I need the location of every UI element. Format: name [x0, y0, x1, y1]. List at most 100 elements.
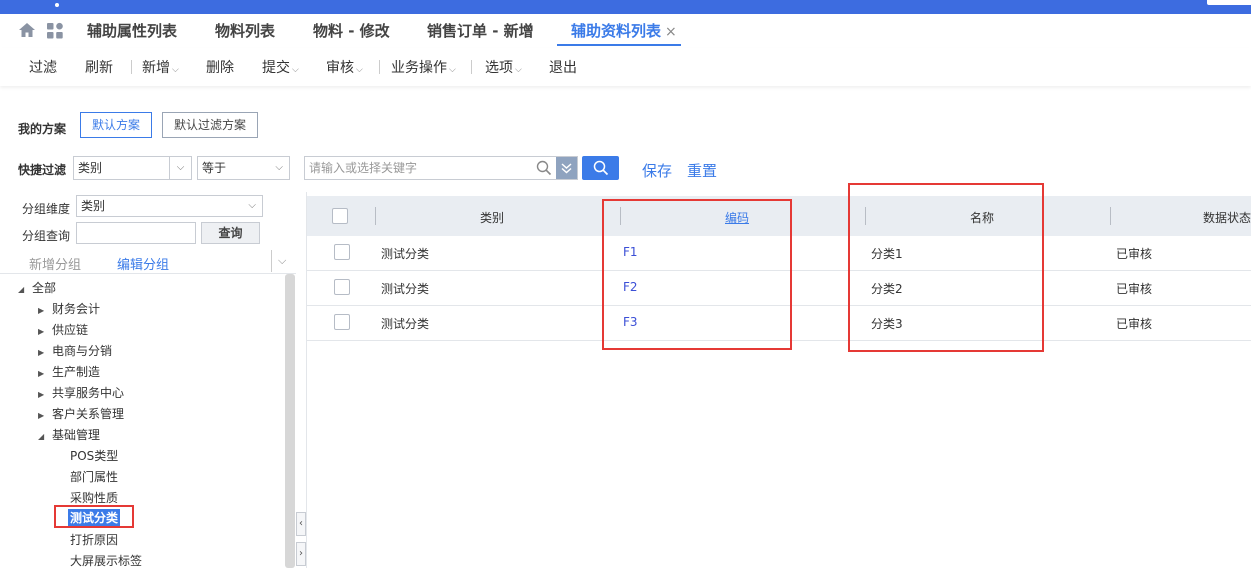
add-button[interactable]: 新增 ⌵: [142, 57, 179, 77]
row-checkbox[interactable]: [334, 244, 350, 260]
business-operations-button[interactable]: 业务操作 ⌵: [391, 57, 456, 77]
column-divider: [375, 207, 376, 225]
caret-right-icon: ▶: [38, 369, 45, 378]
chevron-down-icon: ⌵: [515, 65, 522, 75]
chevron-right-icon[interactable]: ›: [296, 542, 306, 566]
add-label: 新增: [142, 60, 170, 76]
caret-down-icon: ◢: [18, 285, 25, 294]
quick-filter-label: 快捷过滤: [18, 163, 67, 177]
search-button[interactable]: [582, 156, 619, 180]
row-checkbox[interactable]: [334, 279, 350, 295]
panel-divider: [271, 250, 272, 272]
tab-aux-attribute-list[interactable]: 辅助属性列表: [87, 20, 177, 41]
tree-leaf[interactable]: 采购性质: [70, 489, 118, 506]
column-header-category[interactable]: 类别: [480, 209, 504, 226]
default-scheme-button[interactable]: 默认方案: [80, 112, 152, 138]
tree-label: 基础管理: [52, 428, 101, 442]
cell-status: 已审核: [1116, 282, 1153, 296]
tab-label: 辅助资料列表: [571, 22, 662, 40]
audit-label: 审核: [326, 60, 354, 76]
tree-label: 全部: [32, 281, 57, 295]
home-icon[interactable]: [18, 21, 36, 39]
save-button[interactable]: 保存: [642, 160, 672, 181]
tree-node[interactable]: ▶ 共享服务中心: [38, 384, 124, 401]
select-all-checkbox[interactable]: [332, 208, 348, 224]
tree-node[interactable]: ▶ 电商与分销: [38, 342, 112, 359]
tab-sales-order-new[interactable]: 销售订单 - 新增: [427, 20, 534, 41]
chevron-down-icon[interactable]: ⌵: [278, 254, 286, 268]
tree-node[interactable]: ▶ 客户关系管理: [38, 405, 124, 422]
business-label: 业务操作: [391, 60, 447, 76]
double-chevron-down-icon: [561, 163, 572, 174]
audit-button[interactable]: 审核 ⌵: [326, 57, 363, 77]
caret-right-icon: ▶: [38, 327, 45, 336]
options-button[interactable]: 选项 ⌵: [485, 57, 522, 77]
submit-button[interactable]: 提交 ⌵: [262, 57, 299, 77]
chevron-down-icon: ⌵: [172, 65, 179, 75]
caret-right-icon: ▶: [38, 348, 45, 357]
group-panel: 分组维度 类别 ⌵ 分组查询 查询 新增分组 编辑分组 ⌵ ◢ 全部 ▶ 财务会计 …: [0, 192, 296, 568]
tab-material-list[interactable]: 物料列表: [215, 20, 275, 41]
chevron-left-icon[interactable]: ‹: [296, 512, 306, 536]
filter-field-select[interactable]: 类别 ⌵: [73, 156, 192, 180]
tab-aux-data-list[interactable]: 辅助资料列表 ×: [571, 20, 677, 41]
cell-category: 测试分类: [381, 282, 430, 296]
tree-node[interactable]: ◢ 基础管理: [38, 426, 100, 443]
tree-leaf[interactable]: 打折原因: [70, 531, 118, 548]
tree-label: 客户关系管理: [52, 407, 125, 421]
search-icon: [593, 160, 609, 176]
row-checkbox[interactable]: [334, 314, 350, 330]
caret-right-icon: ▶: [38, 306, 45, 315]
tree-label: 财务会计: [52, 302, 101, 316]
filter-operator-select[interactable]: 等于 ⌵: [197, 156, 290, 180]
caret-down-icon: ◢: [38, 432, 45, 441]
cell-category: 测试分类: [381, 247, 430, 261]
expand-dropdown-button[interactable]: [556, 157, 577, 179]
tree-leaf[interactable]: POS类型: [70, 447, 118, 464]
chevron-down-icon: ⌵: [292, 65, 299, 75]
search-icon[interactable]: [536, 160, 552, 176]
highlight-box-name-column: [848, 183, 1044, 352]
tree-label: 生产制造: [52, 365, 101, 379]
chevron-down-icon: ⌵: [248, 200, 256, 211]
highlight-box-code-column: [602, 199, 792, 350]
group-query-label: 分组查询: [22, 229, 71, 243]
group-dimension-value: 类别: [81, 199, 106, 213]
tab-bar: 辅助属性列表 物料列表 物料 - 修改 销售订单 - 新增 辅助资料列表 ×: [0, 14, 1251, 48]
tree-node-root[interactable]: ◢ 全部: [18, 279, 56, 296]
default-filter-scheme-button[interactable]: 默认过滤方案: [162, 112, 258, 138]
reset-button[interactable]: 重置: [687, 160, 717, 181]
group-dimension-select[interactable]: 类别 ⌵: [76, 195, 263, 217]
scheme-label: 我的方案: [18, 122, 67, 136]
close-icon[interactable]: ×: [665, 24, 677, 40]
keyword-placeholder: 请输入或选择关键字: [309, 161, 418, 175]
active-tab-indicator: [557, 44, 681, 46]
bar-dot: [55, 3, 59, 7]
tree-label: 共享服务中心: [52, 386, 125, 400]
tree-node[interactable]: ▶ 供应链: [38, 321, 88, 338]
tree-scrollbar[interactable]: [285, 274, 295, 568]
submit-label: 提交: [262, 60, 290, 76]
filter-operator-value: 等于: [202, 161, 227, 175]
tree-node[interactable]: ▶ 财务会计: [38, 300, 100, 317]
tree-leaf[interactable]: 部门属性: [70, 468, 118, 485]
group-query-button[interactable]: 查询: [201, 222, 260, 244]
chevron-down-icon: ⌵: [449, 65, 456, 75]
edit-group-button[interactable]: 编辑分组: [117, 254, 169, 273]
caret-right-icon: ▶: [38, 411, 45, 420]
refresh-button[interactable]: 刷新: [85, 57, 113, 77]
tree-leaf[interactable]: 大屏展示标签: [70, 552, 142, 569]
delete-button[interactable]: 删除: [206, 57, 234, 77]
exit-button[interactable]: 退出: [549, 57, 577, 77]
tree-label: 电商与分销: [52, 344, 113, 358]
tree-node[interactable]: ▶ 生产制造: [38, 363, 100, 380]
apps-icon[interactable]: [46, 22, 64, 40]
group-dimension-label: 分组维度: [22, 202, 71, 216]
column-header-status[interactable]: 数据状态: [1203, 209, 1251, 226]
group-query-input[interactable]: [76, 222, 196, 244]
add-group-button[interactable]: 新增分组: [29, 254, 81, 273]
bar-corner: [1207, 0, 1251, 5]
toolbar-divider: [131, 60, 132, 74]
filter-button[interactable]: 过滤: [29, 57, 57, 77]
tab-material-edit[interactable]: 物料 - 修改: [313, 20, 390, 41]
